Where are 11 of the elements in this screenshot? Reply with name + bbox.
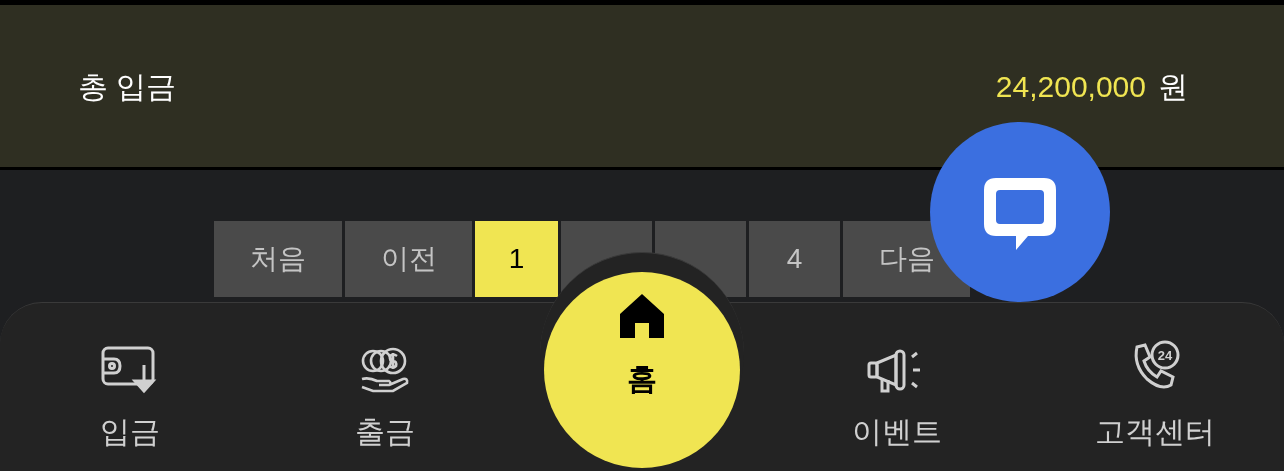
page-button[interactable]: 처음 — [214, 221, 342, 297]
amount-value: 24,200,000 — [995, 68, 1146, 105]
summary-label: 총 입금 — [78, 68, 177, 105]
nav-item[interactable]: 이벤트 — [797, 322, 997, 462]
nav-item[interactable]: 입금 — [30, 322, 230, 462]
currency-unit: 원 — [1158, 68, 1188, 105]
page-button[interactable]: 1 — [475, 221, 558, 297]
nav-item[interactable]: 24 고객센터 — [1055, 322, 1255, 462]
page-button[interactable]: 이전 — [345, 221, 472, 297]
page-button[interactable]: 4 — [749, 221, 840, 297]
nav-item[interactable]: 출금 — [285, 322, 485, 462]
